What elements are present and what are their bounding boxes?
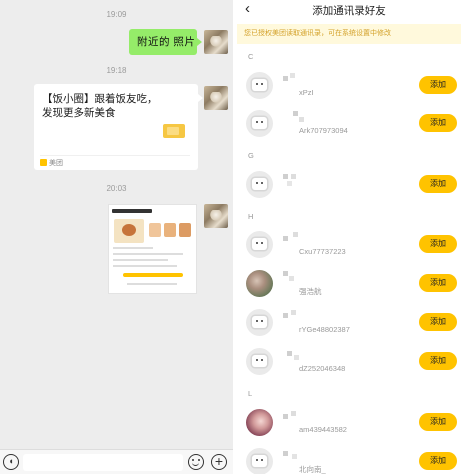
contact-row: Cxu77737223 添加 — [237, 228, 461, 264]
contact-row: am439443582 添加 — [237, 406, 461, 442]
avatar — [246, 110, 273, 137]
contact-id: xPzI — [299, 88, 314, 97]
name-mosaic — [283, 73, 305, 82]
avatar — [246, 448, 273, 474]
name-mosaic — [283, 410, 305, 419]
contact-row: xPzI 添加 — [237, 69, 461, 105]
my-avatar[interactable] — [204, 30, 228, 54]
chat-pane: 19:09 附近的 照片 19:18 【饭小圈】跟着饭友吃，发现更多新美食 美团… — [0, 0, 233, 474]
name-mosaic — [283, 271, 305, 281]
avatar — [246, 72, 273, 99]
add-button[interactable]: 添加 — [419, 114, 457, 132]
add-button[interactable]: 添加 — [419, 352, 457, 370]
plus-icon[interactable]: + — [211, 454, 227, 470]
share-card-thumbnail — [163, 124, 185, 138]
timestamp: 19:18 — [106, 66, 127, 75]
avatar — [246, 270, 273, 297]
add-button[interactable]: 添加 — [419, 413, 457, 431]
contact-id: am439443582 — [299, 425, 347, 434]
add-button[interactable]: 添加 — [419, 76, 457, 94]
name-mosaic — [283, 232, 305, 241]
add-button[interactable]: 添加 — [419, 274, 457, 292]
name-mosaic — [283, 172, 305, 186]
meituan-logo-icon — [40, 159, 47, 166]
timestamp: 19:09 — [106, 10, 127, 19]
page-title: 添加通讯录好友 — [312, 5, 386, 17]
chat-message-bubble[interactable]: 附近的 照片 — [129, 29, 202, 55]
contact-row: rYGe48802387 添加 — [237, 306, 461, 342]
avatar — [246, 171, 273, 198]
voice-icon[interactable]: ◖ — [3, 454, 19, 470]
contact-row: dZ252046348 添加 — [237, 345, 461, 381]
name-mosaic — [283, 310, 305, 319]
share-card-title: 【饭小圈】跟着饭友吃，发现更多新美食 — [42, 93, 158, 119]
contact-id: 强浩航 — [299, 287, 322, 296]
section-letter: G — [248, 151, 254, 160]
contact-id: Cxu77737223 — [299, 247, 346, 256]
contact-id: rYGe48802387 — [299, 325, 350, 334]
name-mosaic — [283, 111, 305, 122]
contact-row: 北向南_ 添加 — [237, 445, 461, 474]
add-contacts-pane: ‹ 添加通讯录好友 您已授权美团读取通讯录，可在系统设置中修改 C xPzI 添… — [237, 0, 461, 474]
my-avatar[interactable] — [204, 86, 228, 110]
share-card-source: 美团 — [49, 160, 63, 167]
add-button[interactable]: 添加 — [419, 313, 457, 331]
avatar — [246, 348, 273, 375]
divider — [40, 155, 190, 156]
avatar — [246, 409, 273, 436]
section-letter: H — [248, 212, 254, 221]
contact-id: Ark707973094 — [299, 126, 348, 135]
emoji-icon[interactable] — [188, 454, 204, 470]
contact-row: 添加 — [237, 168, 461, 204]
avatar — [246, 309, 273, 336]
section-letter: L — [248, 389, 253, 398]
permission-notice: 您已授权美团读取通讯录，可在系统设置中修改 — [237, 24, 461, 44]
screenshot-image-message[interactable] — [108, 204, 197, 294]
contact-id: dZ252046348 — [299, 364, 346, 373]
contact-row: Ark707973094 添加 — [237, 107, 461, 143]
avatar — [246, 231, 273, 258]
nav-bar: ‹ 添加通讯录好友 — [237, 0, 461, 18]
name-mosaic — [283, 449, 305, 459]
section-letter: C — [248, 52, 254, 61]
contact-row: 强浩航 添加 — [237, 267, 461, 303]
name-mosaic — [283, 349, 305, 360]
add-button[interactable]: 添加 — [419, 175, 457, 193]
contact-id: 北向南_ — [299, 465, 326, 474]
add-button[interactable]: 添加 — [419, 235, 457, 253]
my-avatar[interactable] — [204, 204, 228, 228]
add-button[interactable]: 添加 — [419, 452, 457, 470]
timestamp: 20:03 — [106, 184, 127, 193]
chat-input-bar: ◖ + — [0, 449, 233, 474]
message-input[interactable] — [23, 454, 183, 471]
